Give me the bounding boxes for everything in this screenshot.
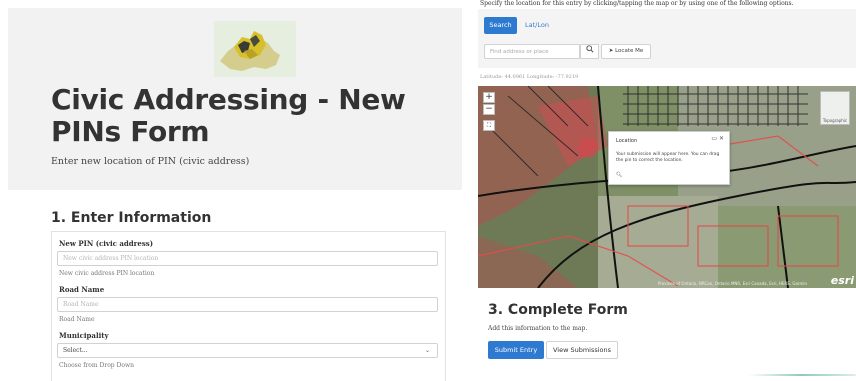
tab-lat-lon[interactable]: Lat/Lon [525, 17, 549, 34]
municipality-select[interactable]: Select... ⌄ [57, 343, 438, 358]
form-header: Civic Addressing - New PINs Form Enter n… [8, 8, 462, 190]
view-submissions-button[interactable]: View Submissions [546, 341, 618, 359]
road-name-help: Road Name [59, 316, 95, 323]
basemap-label: Topographic [822, 118, 848, 123]
new-pin-help: New civic address PIN location [59, 270, 155, 277]
dock-icon[interactable]: ▭ [711, 135, 717, 142]
location-instruction: Specify the location for this entry by c… [480, 0, 794, 7]
location-popup: Location ▭ ✕ Your submission will appear… [608, 131, 730, 185]
zoom-in-button[interactable]: + [483, 92, 495, 103]
locate-me-label: Locate Me [615, 48, 644, 54]
section-3-title: 3. Complete Form [488, 302, 628, 318]
locate-me-button[interactable]: ➤ Locate Me [601, 44, 651, 59]
fullscreen-icon[interactable]: ⛶ [483, 120, 495, 131]
form-left-panel: Civic Addressing - New PINs Form Enter n… [0, 0, 462, 381]
zoom-to-icon[interactable]: 🔍︎ [616, 172, 622, 178]
esri-logo: esri [830, 274, 854, 287]
road-name-input[interactable]: Road Name [57, 297, 438, 312]
zoom-out-button[interactable]: − [483, 104, 495, 115]
municipality-label: Municipality [59, 331, 109, 340]
municipality-selected-value: Select... [63, 347, 88, 354]
municipality-help: Choose from Drop Down [59, 362, 134, 369]
page-subtitle: Enter new location of PIN (civic address… [51, 156, 250, 167]
new-pin-label: New PIN (civic address) [59, 239, 154, 248]
section-1-title: 1. Enter Information [51, 210, 212, 226]
search-icon[interactable] [580, 44, 599, 59]
form-logo-image [214, 21, 296, 77]
form-right-panel: Specify the location for this entry by c… [478, 0, 856, 381]
address-search-input[interactable]: Find address or place [484, 44, 580, 59]
map-imagery [478, 86, 856, 288]
popup-title: Location [616, 138, 638, 144]
tab-search[interactable]: Search [484, 17, 517, 34]
page-title: Civic Addressing - New PINs Form [51, 83, 406, 148]
map-attribution: Province of Ontario, NRCan, Ontario MNR,… [658, 281, 808, 286]
submit-entry-button[interactable]: Submit Entry [488, 341, 544, 359]
locate-arrow-icon: ➤ [608, 48, 614, 54]
popup-controls: ▭ ✕ [711, 135, 724, 142]
information-form: New PIN (civic address) New civic addres… [51, 231, 446, 381]
chevron-down-icon: ⌄ [424, 347, 430, 354]
road-name-label: Road Name [59, 285, 105, 294]
new-pin-input[interactable]: New civic address PIN location [57, 251, 438, 266]
section-3-subtitle: Add this information to the map. [488, 325, 588, 332]
popup-text: Your submission will appear here. You ca… [616, 152, 720, 163]
location-map[interactable]: + − ⛶ Topographic Location ▭ ✕ Your subm… [478, 86, 856, 288]
close-icon[interactable]: ✕ [719, 135, 724, 142]
location-search-card: Search Lat/Lon Find address or place ➤ L… [478, 9, 856, 68]
basemap-toggle[interactable]: Topographic [820, 91, 850, 125]
lat-long-readout: Latitude: 44.0961 Longitude: -77.9219 [480, 74, 579, 80]
decorative-line [748, 374, 856, 376]
